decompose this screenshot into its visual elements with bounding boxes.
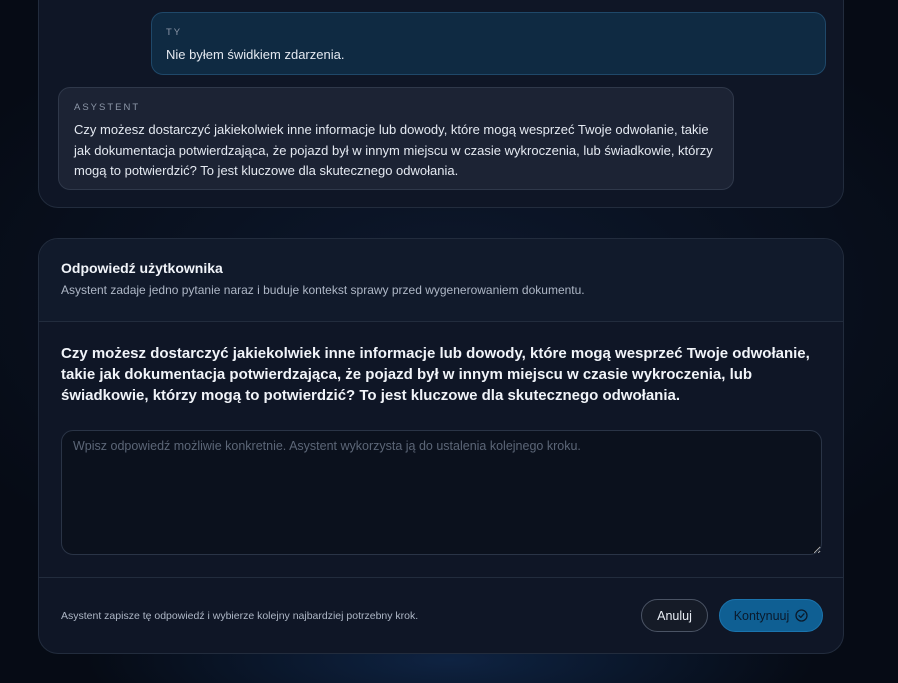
footer-note: Asystent zapisze tę odpowiedź i wybierze… <box>61 610 419 622</box>
continue-button-label: Kontynuuj <box>733 608 790 623</box>
continue-button[interactable]: Kontynuuj <box>719 599 823 632</box>
assistant-message-text: Czy możesz dostarczyć jakiekolwiek inne … <box>74 122 713 178</box>
answer-input[interactable] <box>61 430 822 555</box>
current-question: Czy możesz dostarczyć jakiekolwiek inne … <box>61 345 810 404</box>
user-message: TY Nie byłem świdkiem zdarzenia. <box>151 12 826 75</box>
page: TY Nie byłem świdkiem zdarzenia. ASYSTEN… <box>0 0 898 683</box>
assistant-role-label: ASYSTENT <box>74 102 141 113</box>
answer-card: Odpowiedź użytkownika Asystent zadaje je… <box>38 238 844 654</box>
cancel-button-label: Anuluj <box>657 608 692 623</box>
check-circle-icon <box>795 609 808 622</box>
answer-title: Odpowiedź użytkownika <box>61 260 223 276</box>
user-message-text: Nie byłem świdkiem zdarzenia. <box>166 47 345 62</box>
assistant-message: ASYSTENT Czy możesz dostarczyć jakiekolw… <box>58 87 734 190</box>
answer-footer: Asystent zapisze tę odpowiedź i wybierze… <box>39 577 843 653</box>
answer-subtitle: Asystent zadaje jedno pytanie naraz i bu… <box>61 283 585 297</box>
answer-header: Odpowiedź użytkownika Asystent zadaje je… <box>39 239 843 322</box>
cancel-button[interactable]: Anuluj <box>641 599 708 632</box>
chat-card: TY Nie byłem świdkiem zdarzenia. ASYSTEN… <box>38 0 844 208</box>
user-role-label: TY <box>166 27 183 38</box>
